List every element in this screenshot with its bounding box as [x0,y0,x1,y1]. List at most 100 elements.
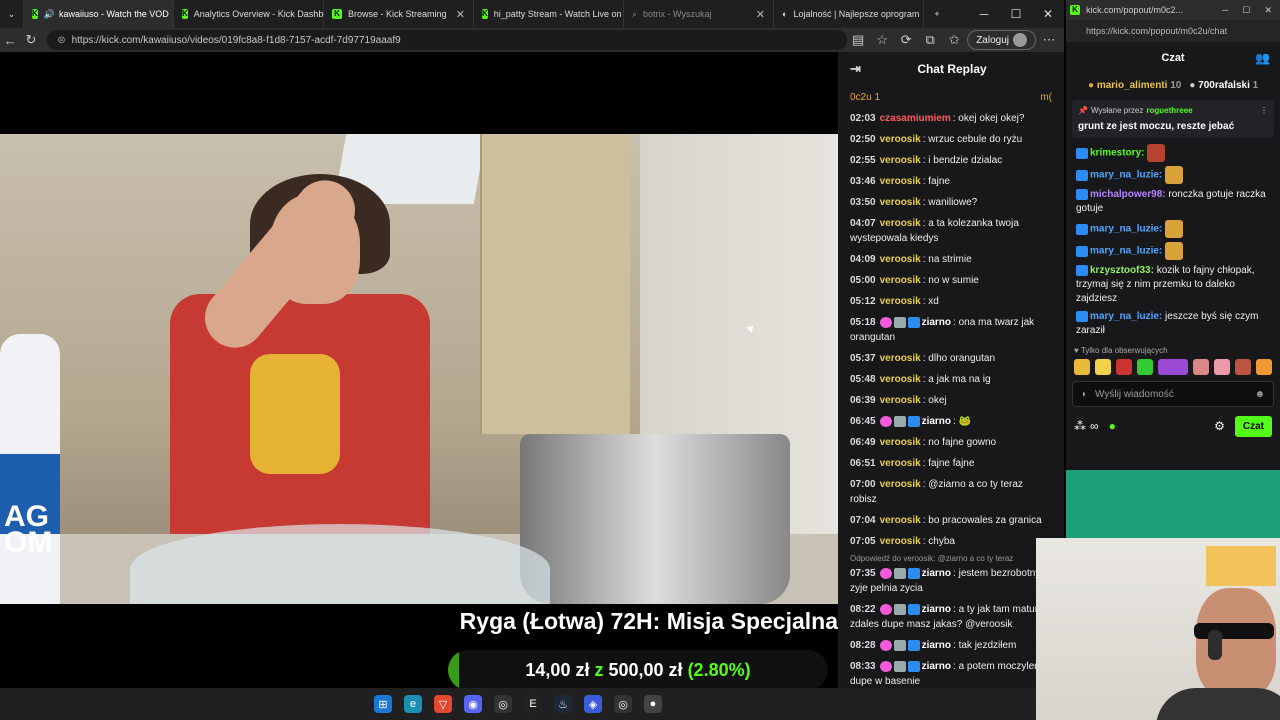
message-username[interactable]: veroosik [880,155,921,166]
settings-gear-icon[interactable]: ⚙ [1214,419,1225,433]
minimize-icon[interactable]: ─ [1222,5,1228,16]
kick-icon[interactable]: ● [1109,419,1116,433]
extensions-icon[interactable]: ⟳ [895,32,917,48]
discord-icon[interactable]: ◉ [464,695,482,713]
site-info-icon[interactable]: ⊜ [57,35,65,46]
gift-coin-icon: ● [1088,79,1095,91]
message-username[interactable]: ziarno [922,604,951,615]
start-menu-icon[interactable]: ⊞ [374,695,392,713]
emote-icon[interactable] [1214,359,1230,375]
message-username[interactable]: krzysztoof33: [1090,265,1154,276]
message-username[interactable]: veroosik [880,176,921,187]
favorite-star-icon[interactable]: ☆ [871,32,893,48]
message-username[interactable]: mary_na_luzie: [1090,311,1162,322]
app-icon[interactable]: ◎ [614,695,632,713]
users-icon[interactable]: 👥 [1255,51,1270,65]
close-window-icon[interactable]: ✕ [1032,7,1064,21]
emote-icon[interactable] [1193,359,1209,375]
tab-list-button[interactable]: ⌄ [0,0,24,28]
tab-hi-patty[interactable]: K hi_patty Stream - Watch Live on ✕ [474,0,624,28]
unpin-icon[interactable]: ⋮ [1260,106,1268,115]
message-username[interactable]: michalpower98: [1090,189,1166,200]
edge-browser-icon[interactable]: e [404,695,422,713]
message-username[interactable]: veroosik [880,479,921,490]
message-timestamp: 03:46 [850,176,876,187]
message-timestamp: 06:45 [850,416,876,427]
close-tab-icon[interactable]: ✕ [750,8,765,21]
emote-icon[interactable] [1235,359,1251,375]
tab-lojalnosc[interactable]: ◐ Lojalność | Najlepsze oprogram ✕ [774,0,924,28]
steam-icon[interactable]: ♨ [554,695,572,713]
message-username[interactable]: veroosik [880,395,921,406]
obs-icon[interactable]: ● [644,695,662,713]
message-username[interactable]: veroosik [880,296,921,307]
collapse-chat-icon[interactable]: ⇥ [850,61,870,77]
chat-message-input[interactable]: ◗ Wyślij wiadomość ☻ [1072,381,1274,407]
message-timestamp: 05:00 [850,275,876,286]
message-timestamp: 02:55 [850,155,876,166]
message-username[interactable]: veroosik [880,254,921,265]
popout-url-bar[interactable]: https://kick.com/popout/m0c2u/chat [1066,20,1280,42]
message-username[interactable]: veroosik [880,134,921,145]
brave-browser-icon[interactable]: ▽ [434,695,452,713]
send-chat-button[interactable]: Czat [1234,415,1272,437]
message-username[interactable]: ziarno [922,661,951,672]
chat-footer: ⁂ ∞ ● ⚙ Czat [1066,411,1280,441]
message-username[interactable]: ziarno [922,416,951,427]
chat-message: 08:22 ziarno: a ty jak tam matur zdales d… [850,603,1039,630]
message-timestamp: 08:22 [850,604,876,615]
message-username[interactable]: ziarno [922,568,951,579]
app-icon[interactable]: ◎ [494,695,512,713]
message-username[interactable]: veroosik [880,353,921,364]
close-window-icon[interactable]: ✕ [1264,5,1272,16]
message-username[interactable]: veroosik [880,197,921,208]
emote-icon[interactable] [1095,359,1111,375]
reader-view-icon[interactable]: ▤ [847,32,869,48]
emote-icon[interactable] [1158,359,1188,375]
message-username[interactable]: czasamiumiem [880,113,951,124]
message-username[interactable]: veroosik [880,218,921,229]
emote-icon[interactable] [1256,359,1272,375]
message-username[interactable]: mary_na_luzie: [1090,170,1162,181]
maximize-icon[interactable]: ☐ [1000,7,1032,21]
message-username[interactable]: ziarno [922,317,951,328]
chat-replay-panel: ⇥ Chat Replay 0c2u 1 m( 02:03 czasamiumie… [838,52,1064,688]
more-menu-icon[interactable]: ⋯ [1038,32,1060,48]
message-username[interactable]: veroosik [880,374,921,385]
video-player[interactable]: AG OM Ryga (Łotwa) 72H: Misja Specjalna … [0,52,838,688]
maximize-icon[interactable]: ☐ [1242,5,1250,16]
message-username[interactable]: ziarno [922,640,951,651]
new-tab-button[interactable]: + [924,0,950,28]
message-username[interactable]: veroosik [880,275,921,286]
message-text: wrzuc cebule do ryżu [928,134,1023,145]
tab-kawaiiuso[interactable]: K 🔊 kawaiiuso - Watch the VOD ✕ [24,0,174,28]
emote-icon[interactable] [1137,359,1153,375]
message-username[interactable]: mary_na_luzie: [1090,246,1162,257]
epic-games-icon[interactable]: E [524,695,542,713]
back-arrow-icon[interactable]: ← [0,33,21,48]
message-username[interactable]: veroosik [880,515,921,526]
message-timestamp: 07:05 [850,536,876,547]
message-username[interactable]: veroosik [880,536,921,547]
app-icon[interactable]: ◈ [584,695,602,713]
message-username[interactable]: krimestory: [1090,148,1144,159]
pinned-message[interactable]: 📌 Wysłane przez roguethreee ⋮ grunt ze j… [1072,100,1274,138]
message-username[interactable]: veroosik [880,437,921,448]
url-field[interactable]: ⊜ https://kick.com/kawaiiuso/videos/019f… [47,30,848,50]
points-icon[interactable]: ⁂ [1074,419,1086,433]
tab-analytics[interactable]: K Analytics Overview - Kick Dashb ✕ [174,0,324,28]
message-timestamp: 05:48 [850,374,876,385]
emote-icon[interactable] [1074,359,1090,375]
message-username[interactable]: mary_na_luzie: [1090,224,1162,235]
login-button[interactable]: Zaloguj [967,30,1036,50]
emoji-picker-icon[interactable]: ☻ [1254,389,1265,400]
close-tab-icon[interactable]: ✕ [450,8,465,21]
message-username[interactable]: veroosik [880,458,921,469]
tab-browse[interactable]: K Browse - Kick Streaming ✕ [324,0,474,28]
tab-botrix[interactable]: ⌕ botrix - Wyszukaj ✕ [624,0,774,28]
split-screen-icon[interactable]: ⧉ [919,32,941,48]
refresh-icon[interactable]: ↻ [21,32,42,48]
favorites-icon[interactable]: ✩ [943,32,965,48]
emote-icon[interactable] [1116,359,1132,375]
minimize-icon[interactable]: ─ [968,7,1000,21]
